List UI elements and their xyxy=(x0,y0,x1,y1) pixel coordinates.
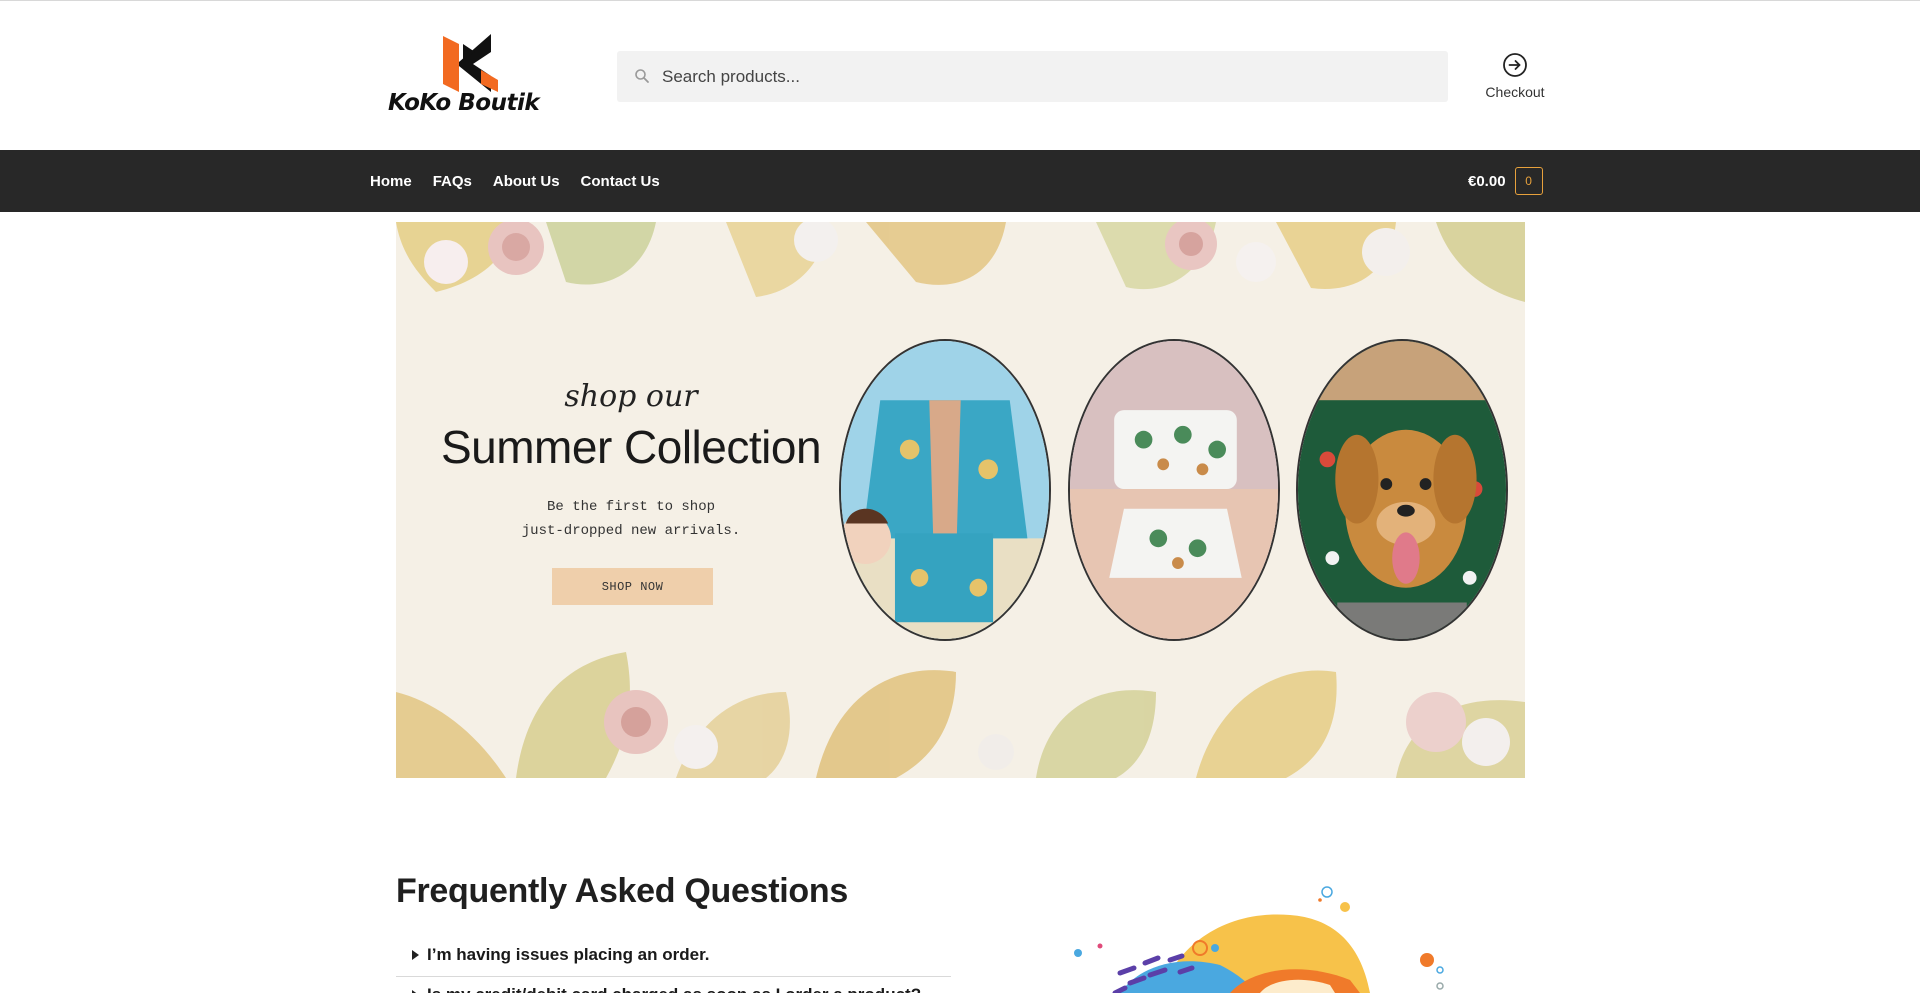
faq-list: I’m having issues placing an order. Is m… xyxy=(396,937,951,993)
primary-navigation: Home FAQs About Us Contact Us €0.00 0 xyxy=(0,150,1920,212)
faq-item[interactable]: Is my credit/debit card charged as soon … xyxy=(396,977,951,993)
nav-menu: Home FAQs About Us Contact Us xyxy=(370,150,681,212)
nav-item-faqs[interactable]: FAQs xyxy=(433,173,472,190)
site-header: KoKo Boutik Checkout xyxy=(0,0,1920,150)
search-icon xyxy=(635,69,649,83)
site-logo[interactable]: KoKo Boutik xyxy=(388,34,554,120)
search-input[interactable] xyxy=(662,51,1432,102)
shop-now-button[interactable]: SHOP NOW xyxy=(552,568,713,605)
faq-question: I’m having issues placing an order. xyxy=(427,945,710,964)
logo-text: KoKo Boutik xyxy=(388,90,540,116)
product-image-bikini xyxy=(1068,339,1280,641)
hero-script-text: shop our xyxy=(564,379,698,414)
search-bar xyxy=(617,51,1448,102)
hero-subtitle: Be the first to shop just-dropped new ar… xyxy=(521,499,741,539)
cart-button[interactable]: €0.00 0 xyxy=(1468,166,1543,196)
disclosure-triangle-icon xyxy=(412,950,419,960)
hero-banner[interactable]: shop our Summer Collection Be the first … xyxy=(396,222,1525,778)
checkout-link[interactable]: Checkout xyxy=(1476,52,1554,104)
cart-count-badge: 0 xyxy=(1514,167,1543,195)
nav-item-contact-us[interactable]: Contact Us xyxy=(581,173,660,190)
cart-total: €0.00 xyxy=(1468,172,1506,190)
nav-item-home[interactable]: Home xyxy=(370,173,412,190)
hero-title: Summer Collection xyxy=(440,421,822,473)
faq-item[interactable]: I’m having issues placing an order. xyxy=(396,937,951,977)
faq-question: Is my credit/debit card charged as soon … xyxy=(427,985,921,993)
faq-illustration xyxy=(1030,880,1470,993)
faq-heading: Frequently Asked Questions xyxy=(396,872,848,910)
nav-item-about-us[interactable]: About Us xyxy=(493,173,560,190)
logo-mark-icon xyxy=(443,34,498,92)
product-image-dog-shirt xyxy=(1296,339,1508,641)
checkout-label: Checkout xyxy=(1485,84,1545,100)
arrow-circle-right-icon xyxy=(1503,53,1527,77)
product-image-men-shirt xyxy=(839,339,1051,641)
